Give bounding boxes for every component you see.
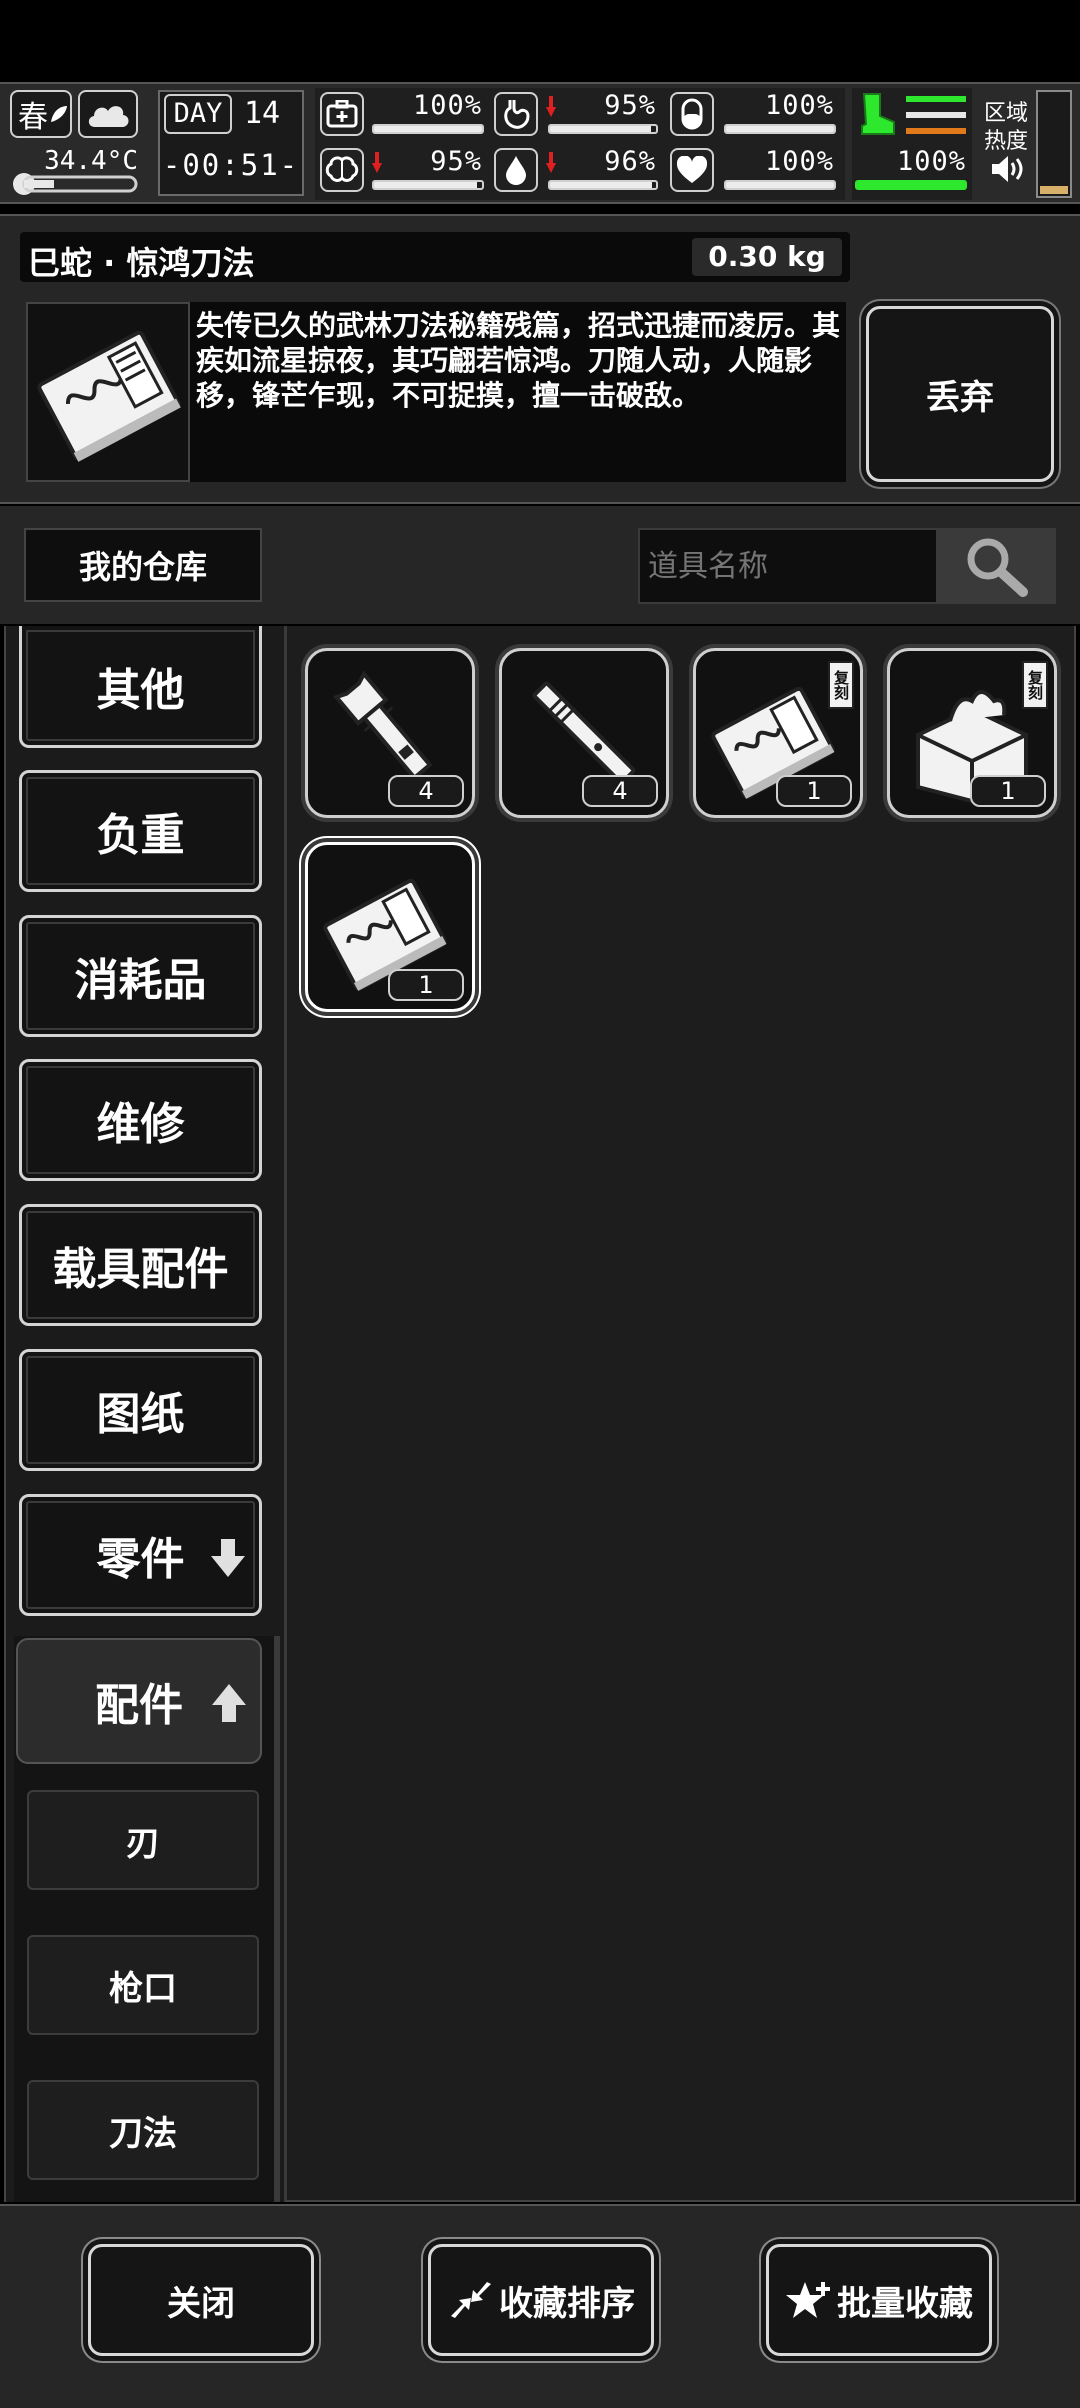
item-preview [26,302,190,482]
subcategory-blade-label: 刃 [126,1823,160,1864]
category-components[interactable]: 零件 [19,1494,262,1616]
close-button[interactable]: 关闭 [88,2244,314,2356]
item-description-box: 失传已久的武林刀法秘籍残篇，招式迅捷而凌厉。其疾如流星掠夜，其巧翩若惊鸿。刀随人… [190,302,846,482]
stamina-percent: 100% [896,146,966,177]
item-count: 1 [970,775,1046,807]
area-heat-label: 区域热度 [984,101,1029,154]
thirst-percent: 96% [604,146,656,177]
category-other[interactable]: 其他 [19,626,262,748]
heart-icon [670,148,714,192]
mental-bar [372,180,484,190]
inventory-slot-rod[interactable]: 4 [499,648,669,818]
category-vehicle-parts[interactable]: 载具配件 [19,1204,262,1326]
medkit-icon [320,92,364,136]
water-drop-icon [494,148,538,192]
cloud-icon [88,106,129,127]
close-label: 关闭 [167,2283,235,2324]
copy-badge: 复刻 [1022,661,1048,709]
category-components-label: 零件 [96,1534,185,1585]
item-name: 巳蛇 · 惊鸿刀法 [28,244,255,282]
thirst-bar [548,180,658,190]
expand-down-arrow-icon [211,1539,245,1577]
inventory-slot-flashlight[interactable]: 4 [305,648,475,818]
item-description: 失传已久的武林刀法秘籍残篇，招式迅捷而凌厉。其疾如流星掠夜，其巧翩若惊鸿。刀随人… [196,309,841,412]
search-icon [967,538,1028,597]
season-badge: 春 [10,90,72,138]
brain-icon [320,148,364,192]
inventory-slot-manual-copy[interactable]: 复刻 1 [693,648,863,818]
batch-favorite-button[interactable]: 批量收藏 [766,2244,992,2356]
item-count: 1 [776,775,852,807]
storage-title: 我的仓库 [24,528,262,602]
category-other-label: 其他 [96,664,185,716]
favorite-sort-button[interactable]: 收藏排序 [428,2244,654,2356]
subcategory-blade-technique[interactable]: 刀法 [27,2080,259,2180]
discard-button[interactable]: 丢弃 [866,306,1054,482]
category-vehicle-parts-label: 载具配件 [52,1244,229,1295]
category-accessories[interactable]: 配件 [16,1638,262,1764]
area-heat-fill [1040,186,1068,194]
item-count: 1 [388,969,464,1001]
clock-readout: -00:51- [162,148,300,182]
leaf-icon [51,106,67,122]
health-bar [372,124,484,134]
subcategory-muzzle[interactable]: 枪口 [27,1935,259,2035]
stamina-line-2 [906,112,966,118]
heart-bar [724,180,836,190]
collapse-up-arrow-icon [212,1684,246,1722]
health-percent: 100% [412,90,482,121]
batch-favorite-label: 批量收藏 [837,2283,973,2324]
favorite-sort-label: 收藏排序 [499,2283,635,2324]
discard-label: 丢弃 [926,377,994,418]
stomach-icon [494,92,538,136]
speaker-icon[interactable] [990,154,1026,184]
hunger-bar [548,124,658,134]
area-heat-gauge [1036,90,1072,198]
item-title-bar: 巳蛇 · 惊鸿刀法 0.30 kg [20,232,850,282]
hunger-down-arrow-icon [546,96,556,117]
subcategory-blade-technique-label: 刀法 [109,2113,177,2154]
swap-arrows-icon [451,2282,491,2318]
storage-title-label: 我的仓库 [78,548,207,586]
item-weight: 0.30 kg [692,238,842,276]
category-repair[interactable]: 维修 [19,1059,262,1181]
category-accessories-label: 配件 [95,1680,183,1731]
stomach-percent: 100% [764,90,834,121]
category-consumables-label: 消耗品 [74,955,207,1006]
item-count: 4 [582,775,658,807]
boot-icon [861,93,895,135]
stamina-bar [855,180,967,190]
day-number: 14 [244,96,281,131]
category-blueprints-label: 图纸 [96,1389,185,1440]
category-blueprints[interactable]: 图纸 [19,1349,262,1471]
season-label: 春 [18,100,48,135]
inventory-slot-manual-selected[interactable]: 1 [305,842,475,1012]
stamina-line-3 [906,128,966,134]
stamina-line-1 [906,96,966,102]
copy-badge: 复刻 [828,661,854,709]
category-load-label: 负重 [96,810,185,861]
day-label: DAY [164,94,232,134]
hunger-percent: 95% [604,90,656,121]
category-repair-label: 维修 [96,1099,185,1150]
subcategory-muzzle-label: 枪口 [109,1968,177,2009]
weather-badge [78,90,138,138]
thermometer-icon [13,173,138,195]
heart-percent: 100% [764,146,834,177]
mental-down-arrow-icon [372,152,382,173]
item-count: 4 [388,775,464,807]
pill-icon [670,92,714,136]
subcategory-blade[interactable]: 刃 [27,1790,259,1890]
star-add-icon [786,2282,830,2318]
stomach-bar [724,124,836,134]
inventory-slot-bag-copy[interactable]: 复刻 1 [887,648,1057,818]
mental-percent: 95% [430,146,482,177]
manual-icon [37,330,181,462]
category-consumables[interactable]: 消耗品 [19,915,262,1037]
search-input[interactable] [638,528,938,604]
thirst-down-arrow-icon [546,152,556,173]
search-button[interactable] [938,528,1056,604]
category-load[interactable]: 负重 [19,770,262,892]
